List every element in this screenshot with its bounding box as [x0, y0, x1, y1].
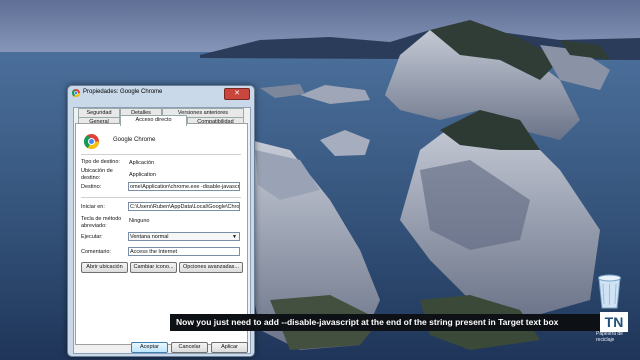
dialog-titlebar[interactable]: Propiedades: Google Chrome ✕ — [68, 86, 254, 101]
divider — [81, 154, 241, 155]
chevron-down-icon: ▼ — [232, 234, 237, 240]
target-input[interactable]: ome\Application\chrome.exe -disable-java… — [128, 182, 240, 191]
shortcut-key-input[interactable]: Ninguno — [128, 217, 240, 226]
shortcut-tab-content: Google Chrome Tipo de destino: Aplicació… — [75, 123, 248, 345]
tab-security[interactable]: Seguridad — [78, 108, 120, 117]
advanced-options-button[interactable]: Opciones avanzadas... — [179, 262, 243, 273]
recycle-bin-label[interactable]: Papelera de reciclaje — [596, 331, 640, 343]
run-select[interactable]: Ventana normal ▼ — [128, 232, 240, 241]
channel-logo: TN — [600, 312, 628, 332]
target-type-label: Tipo de destino: — [81, 159, 120, 165]
close-icon: ✕ — [234, 90, 240, 97]
target-label: Destino: — [81, 184, 102, 190]
app-name: Google Chrome — [113, 137, 156, 143]
apply-button[interactable]: Aplicar — [211, 342, 248, 353]
divider — [81, 197, 241, 198]
dialog-title: Propiedades: Google Chrome — [83, 89, 163, 95]
change-icon-button[interactable]: Cambiar icono... — [130, 262, 177, 273]
run-label: Ejecutar: — [81, 234, 103, 240]
target-location-label: Ubicación de destino: — [81, 168, 113, 181]
target-location-value: Application — [129, 172, 156, 178]
tab-shortcut[interactable]: Acceso directo — [120, 115, 187, 126]
comment-input[interactable]: Access the Internet — [128, 247, 240, 256]
chrome-icon — [72, 89, 80, 97]
start-in-label: Iniciar en: — [81, 204, 105, 210]
tutorial-caption: Now you just need to add --disable-javas… — [170, 314, 628, 331]
recycle-bin-icon[interactable] — [592, 270, 627, 310]
start-in-input[interactable]: C:\Users\Ruben\AppData\Local\Google\Chro — [128, 202, 240, 211]
chrome-icon — [84, 134, 99, 149]
cancel-button[interactable]: Cancelar — [171, 342, 208, 353]
shortcut-key-label: Tecla de método abreviado: — [81, 216, 122, 229]
open-location-button[interactable]: Abrir ubicación — [81, 262, 128, 273]
comment-label: Comentario: — [81, 249, 111, 255]
accept-button[interactable]: Aceptar — [131, 342, 168, 353]
close-button[interactable]: ✕ — [224, 88, 250, 100]
target-type-value: Aplicación — [129, 160, 155, 166]
run-select-value: Ventana normal — [130, 234, 169, 240]
